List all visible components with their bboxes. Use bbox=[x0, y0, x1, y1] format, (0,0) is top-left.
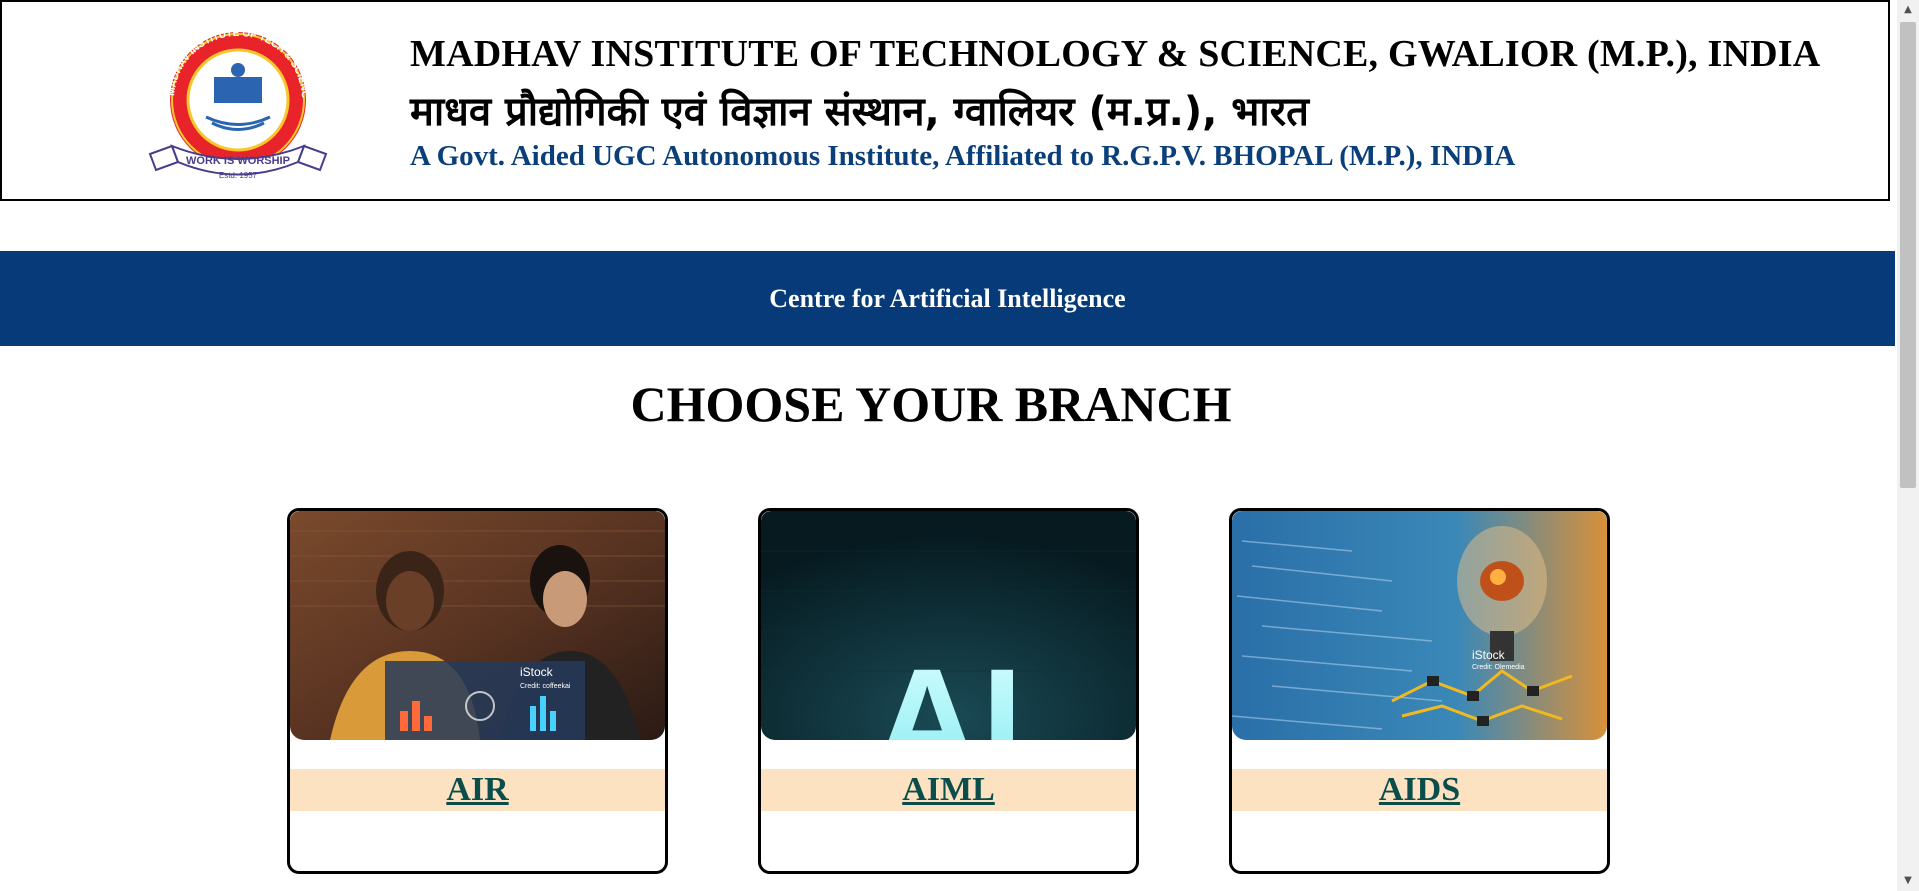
branch-link-aids[interactable]: AIDS bbox=[1379, 771, 1460, 809]
card-label-band: AIR bbox=[290, 769, 665, 811]
branch-card-aiml[interactable]: AI AIML bbox=[758, 508, 1139, 874]
institute-logo: MADHAV INSTITUTE OF TECH & SCIENCE WORK … bbox=[139, 14, 334, 180]
page-heading: CHOOSE YOUR BRANCH bbox=[630, 376, 1232, 432]
branch-card-aids[interactable]: iStock Credit: Olemedia AIDS bbox=[1229, 508, 1610, 874]
svg-text:AI: AI bbox=[873, 637, 1023, 740]
card-label-band: AIDS bbox=[1232, 769, 1607, 811]
branch-link-air[interactable]: AIR bbox=[446, 771, 508, 809]
svg-text:iStock: iStock bbox=[1472, 648, 1506, 662]
scrollbar-thumb[interactable] bbox=[1900, 22, 1916, 488]
lightbulb-brain-circuit-image: iStock Credit: Olemedia bbox=[1232, 511, 1607, 740]
branch-card-air[interactable]: iStock Credit: coffeekai AIR bbox=[287, 508, 668, 874]
svg-text:Credit: coffeekai: Credit: coffeekai bbox=[520, 683, 571, 690]
svg-text:Estd. 1957: Estd. 1957 bbox=[219, 171, 258, 180]
institute-title-hindi: माधव प्रौद्योगिकी एवं विज्ञान संस्थान, ग… bbox=[410, 89, 1309, 135]
site-header: MADHAV INSTITUTE OF TECH & SCIENCE WORK … bbox=[0, 0, 1890, 201]
ai-glowing-letters-image: AI bbox=[761, 511, 1136, 740]
institute-subtitle: A Govt. Aided UGC Autonomous Institute, … bbox=[410, 140, 1516, 172]
two-students-laptop-image: iStock Credit: coffeekai bbox=[290, 511, 665, 740]
svg-text:WORK IS WORSHIP: WORK IS WORSHIP bbox=[186, 155, 290, 167]
scroll-down-arrow-icon[interactable]: ▼ bbox=[1897, 871, 1919, 891]
scroll-up-arrow-icon[interactable]: ▲ bbox=[1897, 0, 1919, 20]
vertical-scrollbar[interactable]: ▲ ▼ bbox=[1897, 0, 1919, 891]
branch-link-aiml[interactable]: AIML bbox=[902, 771, 995, 809]
card-label-band: AIML bbox=[761, 769, 1136, 811]
svg-text:iStock: iStock bbox=[520, 665, 554, 679]
centre-title: Centre for Artificial Intelligence bbox=[769, 283, 1126, 313]
svg-text:Credit: Olemedia: Credit: Olemedia bbox=[1472, 664, 1525, 671]
centre-banner: Centre for Artificial Intelligence bbox=[0, 251, 1895, 346]
institute-title-english: MADHAV INSTITUTE OF TECHNOLOGY & SCIENCE… bbox=[410, 33, 1821, 75]
